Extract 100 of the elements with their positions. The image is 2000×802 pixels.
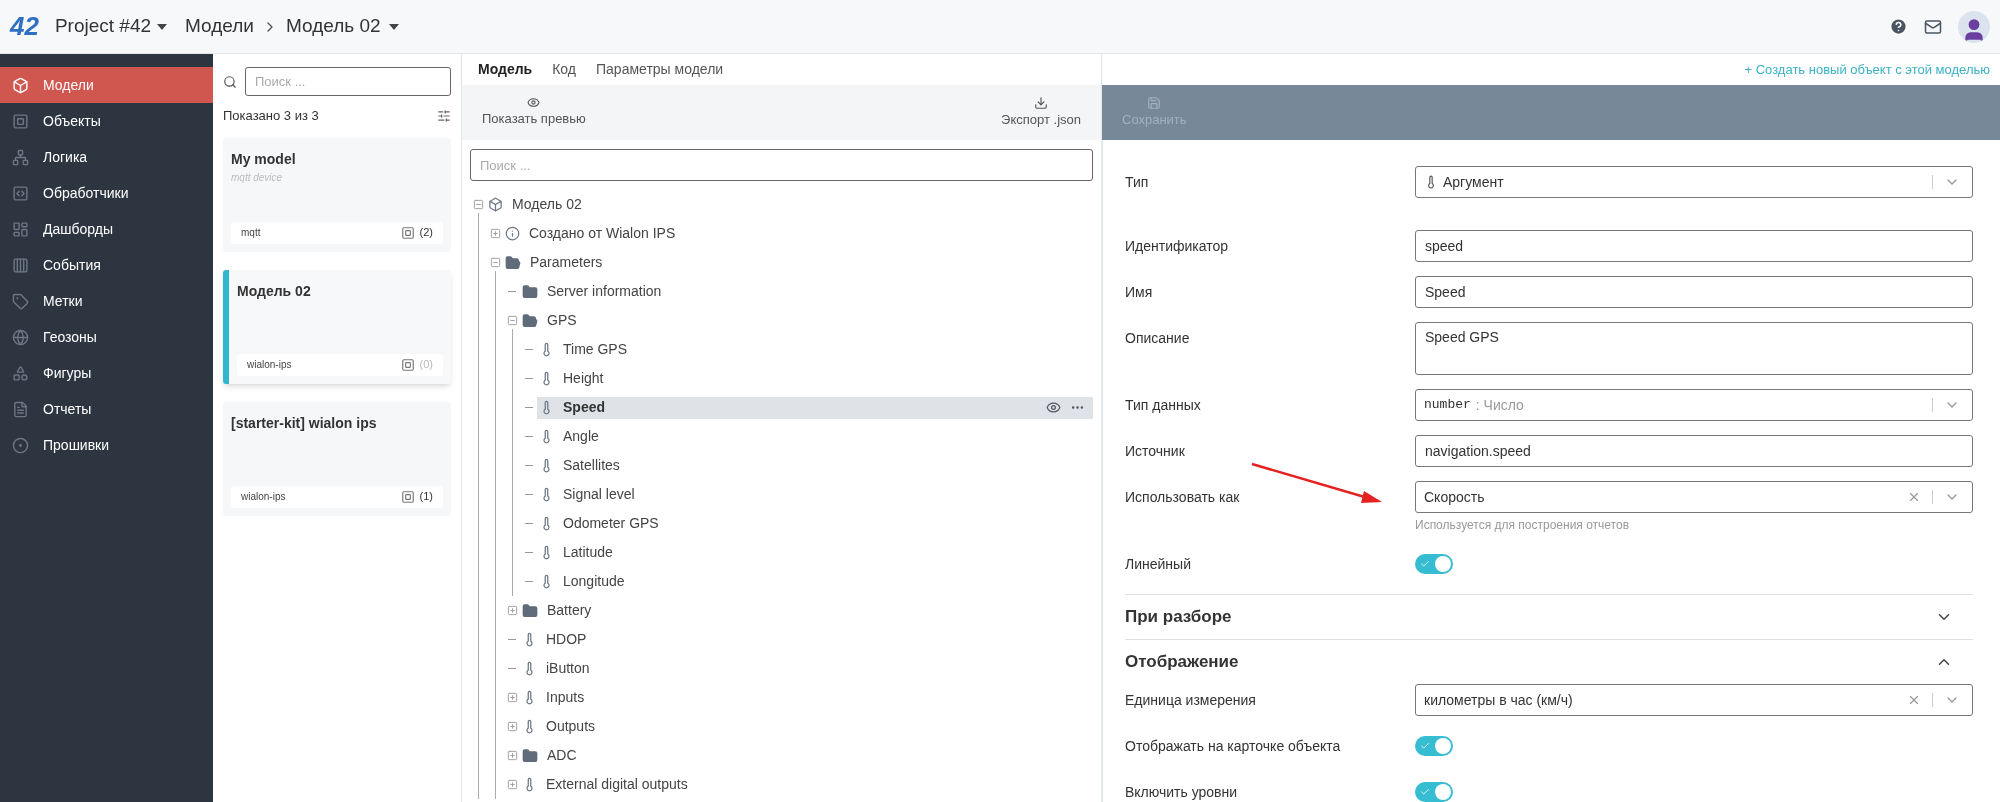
- collapse-icon[interactable]: [506, 315, 518, 326]
- breadcrumb-link[interactable]: Модели: [185, 12, 254, 41]
- mail-icon[interactable]: [1924, 17, 1942, 36]
- tree-item[interactable]: GPS: [520, 309, 1093, 332]
- select-field[interactable]: километры в час (км/ч): [1415, 684, 1973, 716]
- tree-item[interactable]: Создано от Wialon IPS: [503, 222, 1093, 245]
- field-label: Единица измерения: [1125, 691, 1256, 710]
- sidebar-item[interactable]: Фигуры: [0, 355, 213, 391]
- tree-item[interactable]: ADC: [520, 744, 1093, 767]
- description-field[interactable]: Speed GPS: [1415, 322, 1973, 375]
- folder-icon: [522, 312, 538, 329]
- globe-icon: [12, 328, 29, 346]
- tree-item[interactable]: Latitude: [537, 541, 1093, 564]
- tree-item[interactable]: Height: [537, 367, 1093, 390]
- tree-item[interactable]: Signal level: [537, 483, 1093, 506]
- sidebar-item[interactable]: Отчеты: [0, 391, 213, 427]
- field-label: Использовать как: [1125, 488, 1240, 507]
- expand-icon[interactable]: [489, 228, 501, 239]
- protocol-tag: mqtt: [241, 225, 396, 240]
- toggle-switch[interactable]: [1415, 782, 1453, 802]
- folder-icon: [522, 283, 538, 300]
- toggle-switch[interactable]: [1415, 554, 1453, 574]
- export-button[interactable]: Экспорт .json: [1001, 95, 1081, 130]
- help-icon[interactable]: [1889, 17, 1908, 36]
- tree-item[interactable]: Time GPS: [537, 338, 1093, 361]
- preview-button[interactable]: Показать превью: [482, 96, 586, 129]
- tree-item[interactable]: Inputs: [520, 686, 1093, 709]
- select-field[interactable]: Скорость: [1415, 481, 1973, 513]
- field-label: Линейный: [1125, 555, 1191, 574]
- section-header[interactable]: Отображение: [1125, 640, 1973, 684]
- model-card[interactable]: [starter-kit] wialon ips wialon-ips (1): [223, 401, 451, 516]
- tree-item[interactable]: Battery: [520, 599, 1093, 622]
- toggle-switch[interactable]: [1415, 736, 1453, 756]
- expand-icon[interactable]: [506, 750, 518, 761]
- download-icon: [1034, 95, 1049, 110]
- tree-item[interactable]: HDOP: [520, 628, 1093, 651]
- field-label: Отображать на карточке объекта: [1125, 737, 1341, 756]
- folder-icon: [522, 747, 538, 764]
- sidebar-item[interactable]: Прошивки: [0, 427, 213, 463]
- tree-item[interactable]: Longitude: [537, 570, 1093, 593]
- collapse-icon[interactable]: [472, 199, 484, 210]
- sidebar-item[interactable]: Дашборды: [0, 211, 213, 247]
- circle-icon: [12, 436, 29, 454]
- tree-item[interactable]: External digital outputs: [520, 773, 1093, 796]
- clear-icon[interactable]: [1907, 693, 1921, 707]
- field-label: Источник: [1125, 442, 1185, 461]
- square-icon: [400, 357, 415, 372]
- project-dropdown[interactable]: Project #42: [54, 12, 168, 41]
- collapse-icon[interactable]: [489, 257, 501, 268]
- avatar[interactable]: [1958, 10, 1990, 43]
- tree-item[interactable]: Parameters: [503, 251, 1093, 274]
- dashboard-icon: [12, 220, 29, 238]
- tab[interactable]: Модель: [478, 59, 533, 80]
- model-card[interactable]: My model mqtt device mqtt (2): [223, 137, 451, 252]
- tree-item[interactable]: Speed: [537, 396, 1093, 419]
- expand-icon[interactable]: [506, 692, 518, 703]
- card-subtitle: mqtt device: [231, 170, 284, 185]
- text-field[interactable]: navigation.speed: [1415, 435, 1973, 467]
- sidebar-item[interactable]: Объекты: [0, 103, 213, 139]
- expand-icon[interactable]: [506, 721, 518, 732]
- sidebar-item[interactable]: События: [0, 247, 213, 283]
- cube-icon: [12, 76, 29, 94]
- tree-item[interactable]: Odometer GPS: [537, 512, 1093, 535]
- expand-icon[interactable]: [506, 779, 518, 790]
- tree-item[interactable]: Satellites: [537, 454, 1093, 477]
- filter-icon[interactable]: [437, 108, 451, 123]
- tree-item[interactable]: Server information: [520, 280, 1093, 303]
- tree-item[interactable]: iButton: [520, 657, 1093, 680]
- tab[interactable]: Параметры модели: [596, 59, 724, 80]
- protocol-tag: wialon-ips: [247, 357, 396, 372]
- model-card[interactable]: Модель 02 wialon-ips (0): [223, 269, 451, 384]
- sidebar-item[interactable]: Метки: [0, 283, 213, 319]
- field-label: Описание: [1125, 329, 1190, 348]
- tree-search-field[interactable]: Поиск ...: [470, 149, 1093, 181]
- tag-icon: [12, 292, 29, 310]
- results-count: Показано 3 из 3: [223, 107, 319, 125]
- tree-item[interactable]: Outputs: [520, 715, 1093, 738]
- tree-item[interactable]: Angle: [537, 425, 1093, 448]
- objects-count: (2): [419, 225, 433, 241]
- sidebar-item[interactable]: Модели: [0, 67, 213, 103]
- clear-icon[interactable]: [1907, 490, 1921, 504]
- sidebar-item[interactable]: Геозоны: [0, 319, 213, 355]
- section-header[interactable]: При разборе: [1125, 595, 1973, 639]
- text-field[interactable]: speed: [1415, 230, 1973, 262]
- columns-icon: [12, 256, 29, 274]
- sidebar-item[interactable]: Логика: [0, 139, 213, 175]
- tab[interactable]: Код: [552, 59, 576, 80]
- expand-icon[interactable]: [506, 605, 518, 616]
- eye-icon[interactable]: [1046, 400, 1061, 415]
- select-field[interactable]: Аргумент: [1415, 166, 1973, 198]
- search-field[interactable]: Поиск ...: [245, 67, 451, 96]
- sidebar-item[interactable]: Обработчики: [0, 175, 213, 211]
- text-field[interactable]: Speed: [1415, 276, 1973, 308]
- protocol-tag: wialon-ips: [241, 489, 396, 504]
- tree-item[interactable]: Модель 02: [486, 193, 1093, 216]
- folder-icon: [522, 602, 538, 619]
- field-label: Включить уровни: [1125, 783, 1238, 802]
- breadcrumb-link[interactable]: Модель 02: [285, 12, 399, 41]
- cube-icon: [488, 197, 503, 212]
- logo[interactable]: 42: [10, 7, 39, 46]
